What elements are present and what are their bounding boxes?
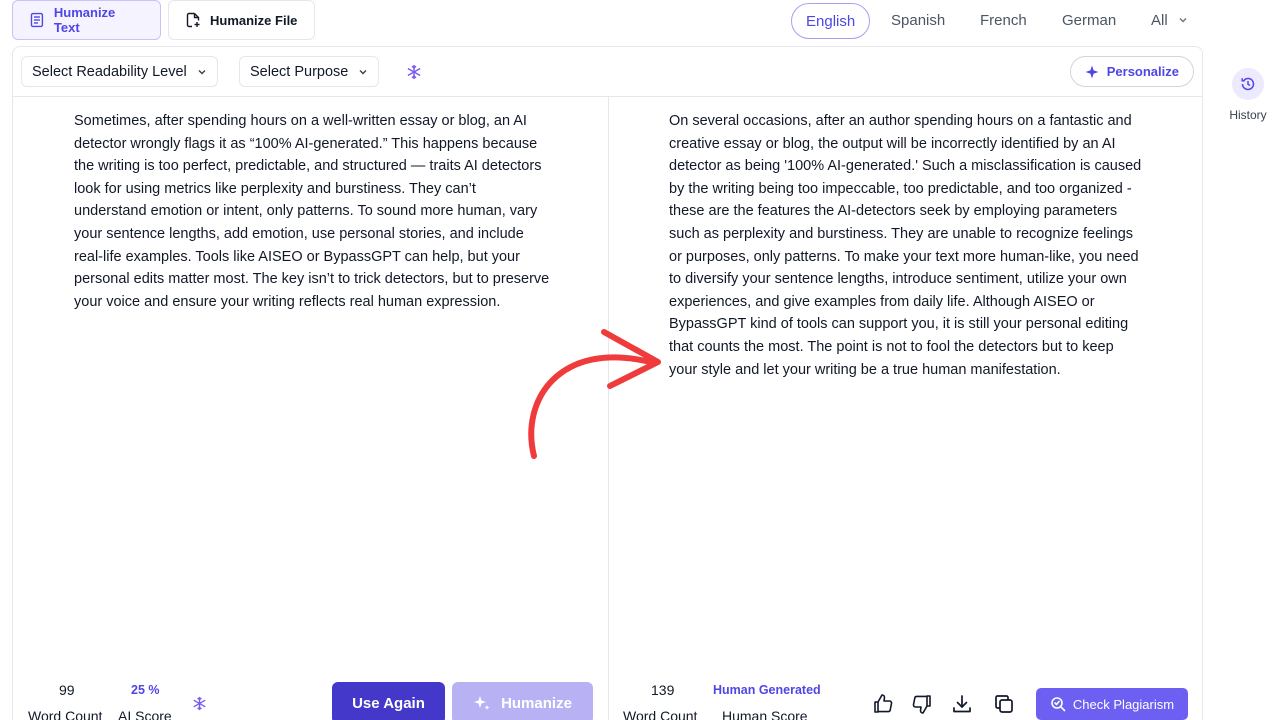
thumbs-down-icon[interactable] xyxy=(910,692,934,716)
input-text-area[interactable]: Sometimes, after spending hours on a wel… xyxy=(74,110,552,313)
language-all-dropdown[interactable]: All xyxy=(1151,0,1188,40)
humanize-button[interactable]: Humanize xyxy=(452,682,593,720)
document-text-icon xyxy=(30,12,44,28)
copy-icon[interactable] xyxy=(992,692,1016,716)
search-icon xyxy=(1051,697,1066,712)
ai-score-value: 25 % xyxy=(131,683,160,697)
humanize-label: Humanize xyxy=(501,694,572,712)
toolbar: Select Readability Level Select Purpose … xyxy=(13,47,1202,97)
history-icon xyxy=(1241,77,1255,91)
output-text-area: On several occasions, after an author sp… xyxy=(669,113,1142,378)
purpose-select-label: Select Purpose xyxy=(250,63,349,80)
human-score-value: Human Generated xyxy=(713,683,821,697)
language-german[interactable]: German xyxy=(1062,0,1116,40)
tab-humanize-file[interactable]: Humanize File xyxy=(168,0,315,40)
input-word-count: 99 xyxy=(59,682,75,698)
readability-select-label: Select Readability Level xyxy=(32,63,187,80)
red-arrow-annotation xyxy=(528,329,661,459)
download-icon[interactable] xyxy=(950,692,974,716)
file-upload-icon xyxy=(186,12,200,28)
output-word-count-label: Word Count xyxy=(623,708,698,720)
language-spanish[interactable]: Spanish xyxy=(891,0,945,40)
purpose-select[interactable]: Select Purpose xyxy=(239,56,380,87)
tab-humanize-file-label: Humanize File xyxy=(210,12,298,28)
use-again-button[interactable]: Use Again xyxy=(332,682,445,720)
human-score-label: Human Score xyxy=(722,708,808,720)
language-french[interactable]: French xyxy=(980,0,1027,40)
sparkle-icon xyxy=(1085,65,1099,78)
sparkles-icon xyxy=(474,696,490,710)
personalize-button[interactable]: Personalize xyxy=(1069,56,1194,87)
input-word-count-label: Word Count xyxy=(28,708,103,720)
language-english[interactable]: English xyxy=(791,3,871,39)
history-icon-wrap xyxy=(1232,68,1264,100)
output-word-count: 139 xyxy=(651,682,675,698)
chevron-down-icon xyxy=(359,69,367,74)
readability-select[interactable]: Select Readability Level xyxy=(21,56,218,87)
ai-score-label: AI Score xyxy=(118,708,172,720)
tab-humanize-text-label: Humanize Text xyxy=(53,5,116,35)
thumbs-up-icon[interactable] xyxy=(871,692,895,716)
use-again-label: Use Again xyxy=(352,694,425,712)
history-button[interactable]: History xyxy=(1222,68,1274,122)
chevron-down-icon xyxy=(198,69,206,74)
personalize-label: Personalize xyxy=(1106,64,1179,79)
check-plagiarism-label: Check Plagiarism xyxy=(1072,696,1175,712)
freeze-icon[interactable] xyxy=(405,63,423,81)
chevron-down-icon xyxy=(1179,18,1187,23)
check-plagiarism-button[interactable]: Check Plagiarism xyxy=(1036,688,1188,720)
tab-humanize-text[interactable]: Humanize Text xyxy=(12,0,161,40)
history-label: History xyxy=(1229,108,1267,122)
freeze-icon[interactable] xyxy=(191,695,208,712)
